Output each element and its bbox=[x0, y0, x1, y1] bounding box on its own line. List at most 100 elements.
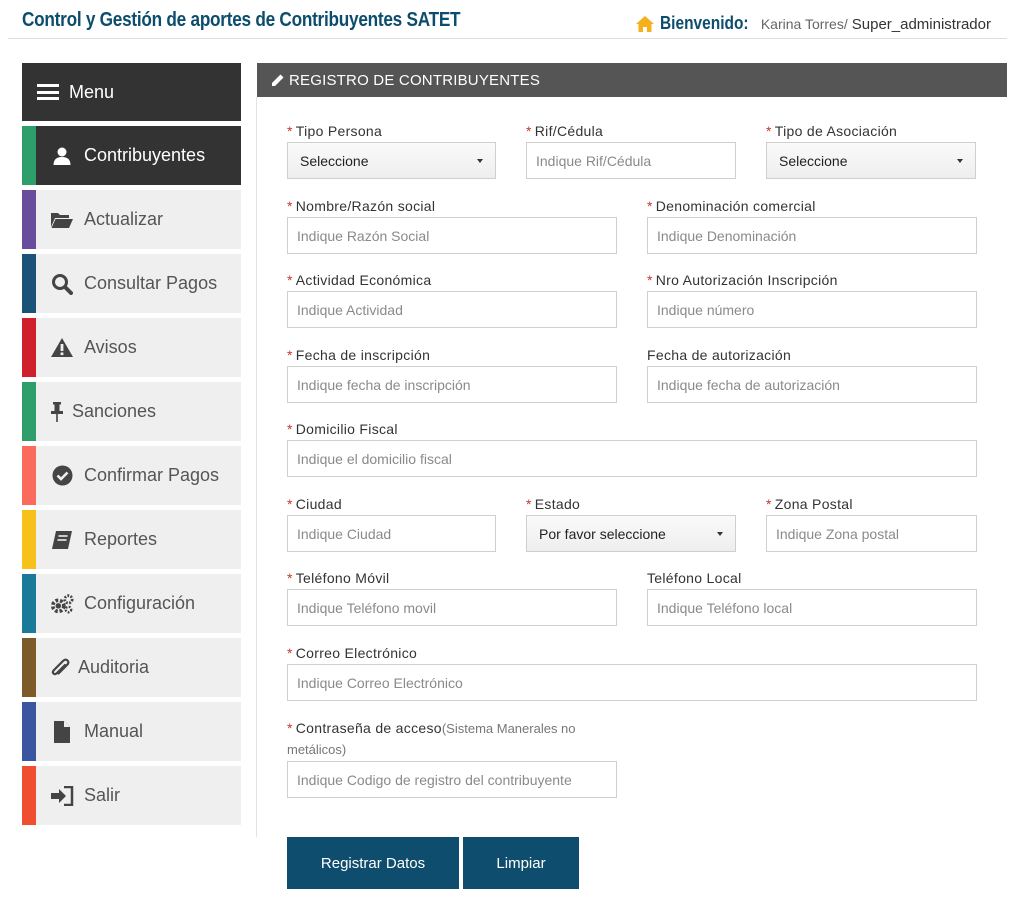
sidebar-item-consultar-pagos[interactable]: Consultar Pagos bbox=[22, 254, 241, 313]
field-rif: * Rif/Cédula bbox=[526, 123, 736, 179]
sidebar-item-label: Consultar Pagos bbox=[84, 273, 218, 293]
sign-in-icon bbox=[50, 785, 74, 807]
field-zona-postal: * Zona Postal bbox=[766, 496, 977, 552]
panel-title: REGISTRO DE CONTRIBUYENTES bbox=[289, 71, 541, 89]
home-icon bbox=[635, 15, 654, 32]
field-nro-autorizacion: * Nro Autorización Inscripción bbox=[647, 272, 977, 328]
zona-postal-input[interactable] bbox=[766, 515, 977, 552]
field-nombre: * Nombre/Razón social bbox=[287, 198, 617, 254]
sidebar-item-actualizar[interactable]: Actualizar bbox=[22, 190, 241, 249]
rif-input[interactable] bbox=[526, 142, 736, 179]
field-estado: * Estado Por favor seleccione bbox=[526, 496, 736, 552]
top-header: Control y Gestión de aportes de Contribu… bbox=[8, 0, 1007, 39]
sidebar-item-label: Salir bbox=[84, 785, 121, 805]
sidebar-item-label: Actualizar bbox=[84, 209, 164, 229]
sidebar-item-label: Avisos bbox=[84, 337, 137, 357]
warning-icon bbox=[50, 337, 74, 359]
user-name: Karina Torres/ bbox=[760, 16, 848, 32]
field-label: * Nombre/Razón social bbox=[287, 198, 436, 214]
sidebar-item-label: Confirmar Pagos bbox=[84, 465, 220, 485]
fecha-autorizacion-input[interactable] bbox=[647, 366, 977, 403]
field-actividad: * Actividad Económica bbox=[287, 272, 617, 328]
field-label: Fecha de autorización bbox=[647, 347, 792, 363]
search-icon bbox=[50, 273, 74, 295]
field-label: Teléfono Local bbox=[647, 570, 742, 586]
nro-autorizacion-input[interactable] bbox=[647, 291, 977, 328]
domicilio-input[interactable] bbox=[287, 440, 977, 477]
paperclip-icon bbox=[50, 657, 70, 679]
book-icon bbox=[50, 529, 74, 551]
tipo-persona-select[interactable]: Seleccione bbox=[287, 142, 496, 179]
field-label: * Correo Electrónico bbox=[287, 645, 418, 661]
field-label: * Tipo de Asociación bbox=[766, 123, 898, 139]
sidebar-item-label: Contribuyentes bbox=[84, 145, 206, 165]
register-button[interactable]: Registrar Datos bbox=[287, 837, 459, 889]
field-telefono-movil: * Teléfono Móvil bbox=[287, 570, 617, 626]
sidebar-item-configuracion[interactable]: Configuración bbox=[22, 574, 241, 633]
sidebar-item-label: Configuración bbox=[84, 593, 196, 613]
sidebar-item-label: Auditoria bbox=[78, 657, 150, 677]
field-label: * Actividad Económica bbox=[287, 272, 432, 288]
sidebar: Menu Contribuyentes Actualizar Consultar… bbox=[22, 63, 241, 830]
estado-select[interactable]: Por favor seleccione bbox=[526, 515, 736, 552]
tipo-asociacion-select[interactable]: Seleccione bbox=[766, 142, 976, 179]
file-icon bbox=[50, 720, 74, 743]
field-telefono-local: Teléfono Local bbox=[647, 570, 977, 626]
ciudad-input[interactable] bbox=[287, 515, 496, 552]
field-label: * Ciudad bbox=[287, 496, 342, 512]
field-contrasena: * Contraseña de acceso(Sistema Manerales … bbox=[287, 718, 617, 798]
field-tipo-asociacion: * Tipo de Asociación Seleccione bbox=[766, 123, 976, 179]
sidebar-item-confirmar-pagos[interactable]: Confirmar Pagos bbox=[22, 446, 241, 505]
gears-icon bbox=[50, 593, 74, 615]
field-label: * Fecha de inscripción bbox=[287, 347, 431, 363]
field-fecha-inscripcion: * Fecha de inscripción bbox=[287, 347, 617, 403]
hamburger-icon bbox=[37, 84, 59, 100]
field-label: * Contraseña de acceso(Sistema Manerales … bbox=[287, 720, 576, 757]
field-domicilio: * Domicilio Fiscal bbox=[287, 421, 977, 477]
field-correo: * Correo Electrónico bbox=[287, 645, 977, 701]
field-label: * Denominación comercial bbox=[647, 198, 816, 214]
sidebar-item-manual[interactable]: Manual bbox=[22, 702, 241, 761]
panel-header: REGISTRO DE CONTRIBUYENTES bbox=[257, 63, 1007, 97]
sidebar-item-salir[interactable]: Salir bbox=[22, 766, 241, 825]
sidebar-item-auditoria[interactable]: Auditoria bbox=[22, 638, 241, 697]
welcome-area: Bienvenido: Karina Torres/ Super_adminis… bbox=[635, 13, 991, 34]
field-label: * Rif/Cédula bbox=[526, 123, 604, 139]
field-tipo-persona: * Tipo Persona Seleccione bbox=[287, 123, 496, 179]
pushpin-icon bbox=[50, 401, 64, 423]
field-label: * Estado bbox=[526, 496, 581, 512]
field-denominacion: * Denominación comercial bbox=[647, 198, 977, 254]
menu-toggle[interactable]: Menu bbox=[22, 63, 241, 121]
caret-down-icon bbox=[477, 158, 483, 163]
welcome-label: Bienvenido: bbox=[659, 13, 749, 33]
sidebar-item-sanciones[interactable]: Sanciones bbox=[22, 382, 241, 441]
caret-down-icon bbox=[717, 531, 723, 536]
user-icon bbox=[50, 145, 74, 167]
sidebar-item-label: Manual bbox=[84, 721, 144, 741]
sidebar-item-contribuyentes[interactable]: Contribuyentes bbox=[22, 126, 241, 185]
field-label: * Teléfono Móvil bbox=[287, 570, 390, 586]
folder-open-icon bbox=[50, 209, 74, 231]
telefono-movil-input[interactable] bbox=[287, 589, 617, 626]
denominacion-input[interactable] bbox=[647, 217, 977, 254]
actividad-input[interactable] bbox=[287, 291, 617, 328]
correo-input[interactable] bbox=[287, 664, 977, 701]
contrasena-input[interactable] bbox=[287, 761, 617, 798]
menu-label: Menu bbox=[69, 81, 115, 102]
sidebar-item-label: Sanciones bbox=[72, 401, 157, 421]
razon-social-input[interactable] bbox=[287, 217, 617, 254]
field-ciudad: * Ciudad bbox=[287, 496, 496, 552]
sidebar-item-avisos[interactable]: Avisos bbox=[22, 318, 241, 377]
telefono-local-input[interactable] bbox=[647, 589, 977, 626]
field-label: * Nro Autorización Inscripción bbox=[647, 272, 838, 288]
clear-button[interactable]: Limpiar bbox=[463, 837, 579, 889]
user-role: Super_administrador bbox=[851, 16, 991, 33]
field-label: * Domicilio Fiscal bbox=[287, 421, 398, 437]
field-label: * Zona Postal bbox=[766, 496, 853, 512]
field-fecha-autorizacion: Fecha de autorización bbox=[647, 347, 977, 403]
sidebar-item-label: Reportes bbox=[84, 529, 158, 549]
fecha-inscripcion-input[interactable] bbox=[287, 366, 617, 403]
sidebar-item-reportes[interactable]: Reportes bbox=[22, 510, 241, 569]
app-title: Control y Gestión de aportes de Contribu… bbox=[22, 9, 461, 31]
pencil-icon bbox=[272, 74, 284, 86]
